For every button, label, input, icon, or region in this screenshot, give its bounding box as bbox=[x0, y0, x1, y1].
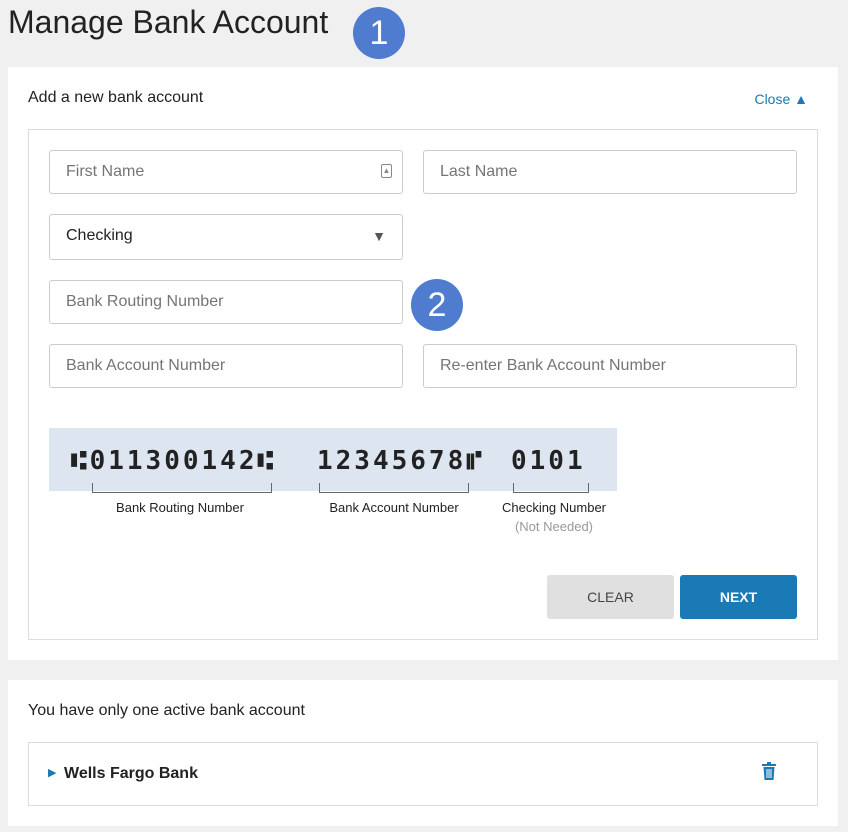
account-number-input[interactable] bbox=[49, 344, 403, 388]
next-button[interactable]: NEXT bbox=[680, 575, 797, 619]
account-row[interactable]: ▶ Wells Fargo Bank bbox=[28, 742, 818, 806]
check-diagram: ⑆011300142⑆ 12345678⑈ 0101 bbox=[49, 428, 617, 493]
chevron-down-icon: ▼ bbox=[372, 228, 386, 244]
reenter-account-input[interactable] bbox=[423, 344, 797, 388]
check-micr: 0101 bbox=[511, 446, 586, 476]
check-note: (Not Needed) bbox=[514, 519, 594, 534]
check-bracket bbox=[513, 483, 589, 493]
last-name-input[interactable] bbox=[423, 150, 797, 194]
routing-micr: ⑆011300142⑆ bbox=[71, 446, 277, 476]
account-type-select[interactable]: Checking ▼ bbox=[49, 214, 403, 260]
step-badge-1: 1 bbox=[353, 7, 405, 59]
accounts-card: You have only one active bank account ▶ … bbox=[8, 680, 838, 826]
routing-number-input[interactable] bbox=[49, 280, 403, 324]
step-badge-2: 2 bbox=[411, 279, 463, 331]
account-label: Bank Account Number bbox=[329, 500, 459, 515]
close-label: Close bbox=[754, 91, 791, 107]
caret-up-icon: ▲ bbox=[794, 91, 808, 107]
contact-card-icon: ▲ bbox=[381, 164, 392, 178]
caret-right-icon[interactable]: ▶ bbox=[48, 766, 56, 779]
accounts-header: You have only one active bank account bbox=[28, 702, 305, 719]
account-micr: 12345678⑈ bbox=[317, 446, 485, 476]
close-button[interactable]: Close ▲ bbox=[754, 91, 808, 107]
clear-button[interactable]: CLEAR bbox=[547, 575, 674, 619]
page-title: Manage Bank Account bbox=[8, 4, 329, 40]
account-bracket bbox=[319, 483, 469, 493]
account-type-value: Checking bbox=[66, 227, 133, 244]
first-name-input[interactable] bbox=[49, 150, 403, 194]
check-label: Checking Number bbox=[501, 500, 607, 515]
form-header: Add a new bank account bbox=[28, 89, 204, 106]
routing-label: Bank Routing Number bbox=[116, 500, 244, 515]
account-name: Wells Fargo Bank bbox=[64, 765, 198, 782]
trash-icon[interactable] bbox=[762, 762, 776, 780]
routing-bracket bbox=[92, 483, 272, 493]
